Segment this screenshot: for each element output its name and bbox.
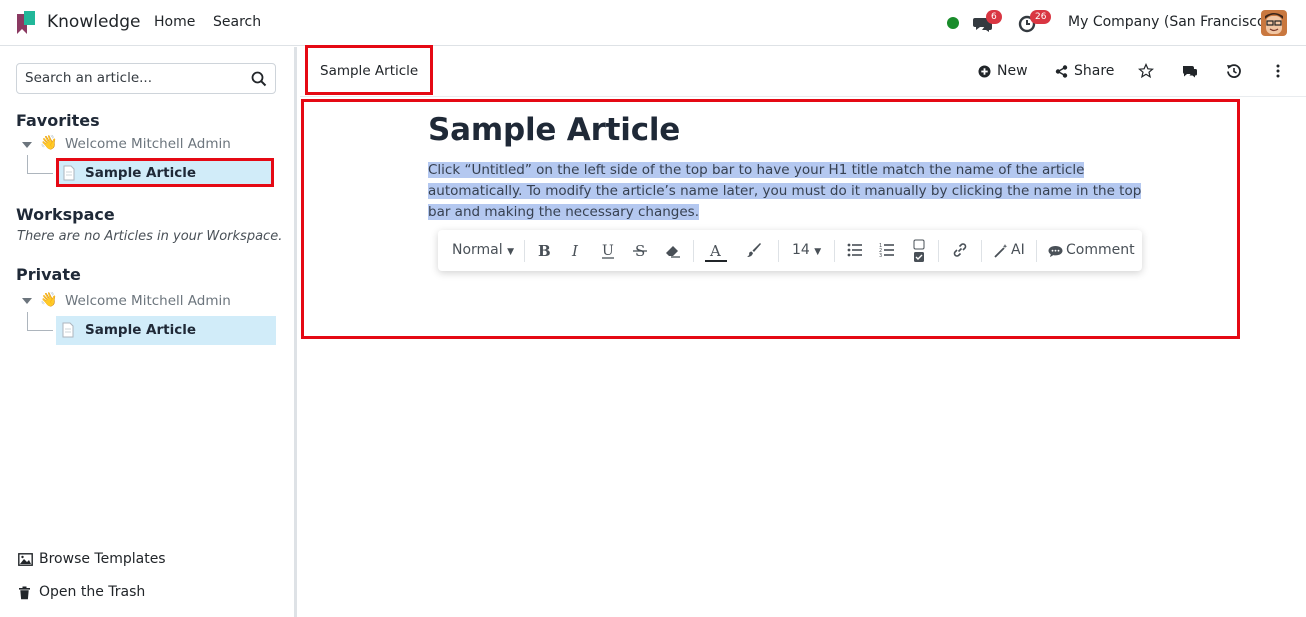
favorites-section-title: Favorites [16,111,100,130]
toolbar-separator [834,240,835,262]
toolbar-separator [938,240,939,262]
link-icon[interactable] [952,242,968,258]
comment-icon [1048,246,1063,258]
new-article-button[interactable]: New [978,63,1028,81]
text-format-toolbar: Normal ▼ B I U S A 14 ▼ 123 AI Comment [438,230,1142,271]
breadcrumb-article-name[interactable]: Sample Article [320,63,418,79]
workspace-empty-message: There are no Articles in your Workspace. [17,229,283,244]
private-parent-article[interactable]: Welcome Mitchell Admin [65,293,231,309]
toolbar-separator [524,240,525,262]
ai-button-label: AI [1011,242,1025,258]
document-icon [63,165,75,181]
star-favorite-icon[interactable] [1138,63,1154,79]
nav-home-link[interactable]: Home [154,14,195,30]
browse-templates-label: Browse Templates [39,551,166,567]
share-icon [1055,65,1068,78]
font-size-dropdown[interactable]: 14 ▼ [792,242,821,258]
selected-text[interactable]: Click “Untitled” on the left side of the… [428,162,1142,220]
open-trash-link[interactable]: Open the Trash [18,584,148,602]
browse-templates-link[interactable]: Browse Templates [18,551,168,569]
bold-icon[interactable]: B [537,242,551,258]
tree-connector [27,312,53,331]
svg-text:3: 3 [879,253,882,258]
svg-text:A: A [709,242,721,260]
favorites-item-label: Sample Article [85,165,197,181]
knowledge-logo-icon[interactable] [16,10,36,36]
knowledge-sidebar: Favorites 👋 Welcome Mitchell Admin Sampl… [0,47,297,617]
chevron-down-icon: ▼ [814,247,822,257]
comment-button[interactable]: Comment [1048,242,1135,260]
svg-text:I: I [571,242,579,258]
online-status-indicator[interactable] [947,17,959,29]
article-body-text[interactable]: Click “Untitled” on the left side of the… [428,160,1148,223]
strikethrough-icon[interactable]: S [633,242,647,258]
app-name[interactable]: Knowledge [47,12,140,32]
private-item-label: Sample Article [85,322,197,338]
underline-icon[interactable]: U [601,242,615,260]
search-icon[interactable] [251,71,267,87]
waving-hand-emoji-icon: 👋 [40,292,58,308]
italic-icon[interactable]: I [569,242,583,258]
workspace-section-title: Workspace [16,205,115,224]
svg-text:S: S [635,242,645,258]
font-size-value: 14 [792,242,810,258]
chat-badge: 6 [986,10,1002,24]
sidebar-search-box[interactable] [16,63,276,94]
comments-icon[interactable] [1182,63,1198,79]
paragraph-style-dropdown[interactable]: Normal ▼ [452,242,514,258]
more-options-icon[interactable] [1270,63,1286,79]
header-divider [300,96,1306,97]
background-color-brush-icon[interactable] [746,242,762,258]
toolbar-separator [981,240,982,262]
history-icon[interactable] [1226,63,1242,79]
font-color-icon[interactable]: A [705,241,727,263]
share-button-label: Share [1074,63,1115,79]
toolbar-separator [778,240,779,262]
toolbar-separator [693,240,694,262]
user-avatar[interactable] [1261,10,1287,36]
private-section-title: Private [16,265,81,284]
open-trash-label: Open the Trash [39,584,146,600]
eraser-icon[interactable] [664,242,681,258]
company-switcher[interactable]: My Company (San Francisco) [1068,14,1271,30]
share-button[interactable]: Share [1055,63,1115,81]
comment-button-label: Comment [1066,242,1135,258]
favorites-item-sample-article[interactable]: Sample Article [56,158,274,187]
top-navbar: Knowledge Home Search 6 26 My Company (S… [0,0,1306,46]
article-search-input[interactable] [25,70,245,86]
waving-hand-emoji-icon: 👋 [40,135,58,151]
numbered-list-icon[interactable]: 123 [879,242,895,258]
nav-search-link[interactable]: Search [213,14,261,30]
favorites-parent-article[interactable]: Welcome Mitchell Admin [65,136,231,152]
favorites-collapse-caret-icon[interactable] [22,142,32,148]
new-button-label: New [997,63,1028,79]
magic-wand-icon [994,244,1008,258]
chevron-down-icon: ▼ [507,247,515,257]
image-icon [18,553,33,566]
activity-badge: 26 [1030,10,1052,24]
tree-connector [27,155,53,174]
private-item-sample-article[interactable]: Sample Article [56,316,276,345]
paragraph-style-label: Normal [452,242,503,258]
svg-text:B: B [538,242,551,258]
plus-circle-icon [978,65,991,78]
svg-text:U: U [602,243,614,259]
trash-icon [19,586,30,600]
article-title[interactable]: Sample Article [428,112,680,148]
checklist-icon[interactable] [913,239,925,263]
bulleted-list-icon[interactable] [847,242,863,258]
document-icon [62,322,74,338]
private-collapse-caret-icon[interactable] [22,298,32,304]
ai-button[interactable]: AI [994,242,1028,260]
toolbar-separator [1036,240,1037,262]
